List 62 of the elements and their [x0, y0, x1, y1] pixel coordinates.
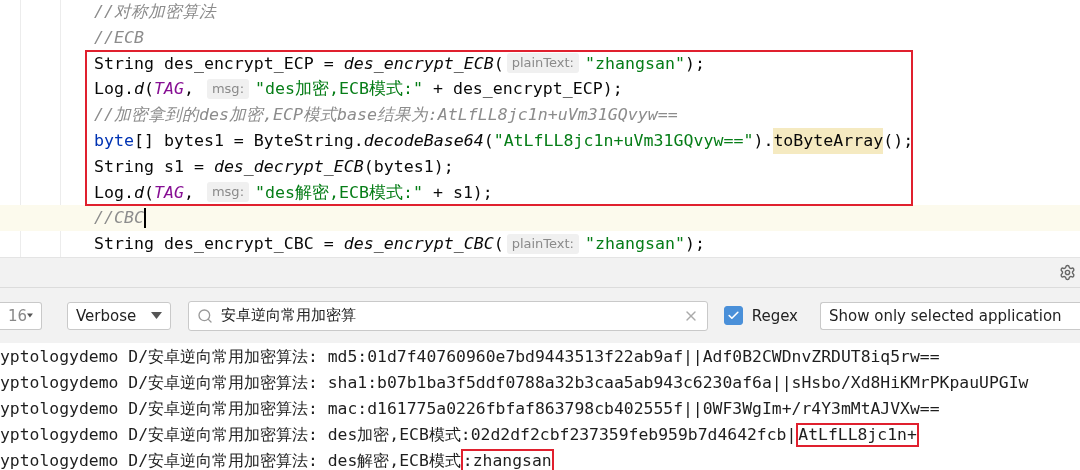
- parameter-hint: msg:: [206, 79, 249, 100]
- code-text: + des_encrypt_ECP);: [431, 78, 623, 101]
- method-name: des_encrypt_ECB: [343, 52, 494, 75]
- method-name: d: [133, 181, 144, 204]
- annotated-log-text: :zhangsan: [460, 449, 554, 470]
- code-text: Log.: [94, 78, 134, 101]
- search-icon: [197, 307, 213, 324]
- highlighted-code: toByteArray: [773, 128, 884, 154]
- check-icon: [726, 309, 740, 322]
- code-text: (: [483, 130, 494, 152]
- log-text: yptologydemo D/安卓逆向常用加密算法: des解密,ECB模式: [0, 451, 461, 470]
- constant-name: TAG: [153, 78, 184, 101]
- regex-label: Regex: [751, 306, 798, 325]
- regex-checkbox[interactable]: [724, 306, 743, 325]
- log-text: yptologydemo D/安卓逆向常用加密算法: mac:d161775a0226fbfaf863798cb402555f||0WF3WgIm+/r4Y3mMtAJVXw==: [0, 399, 940, 419]
- code-text: (: [143, 181, 154, 204]
- string-literal: "des解密,ECB模式:": [255, 181, 423, 204]
- string-literal: "AtLfLL8jc1n+uVm31GQvyw==": [493, 130, 754, 152]
- code-text: ,: [183, 181, 195, 204]
- search-field[interactable]: 安卓逆向常用加密算: [188, 300, 709, 331]
- method-name: des_encrypt_CBC: [343, 233, 494, 256]
- code-text: Log.: [94, 181, 134, 204]
- parameter-hint: plainText:: [506, 234, 579, 255]
- code-text: (: [143, 78, 154, 101]
- keyword: byte: [94, 130, 134, 152]
- code-text: ,: [183, 78, 195, 101]
- log-level-dropdown[interactable]: Verbose: [67, 301, 171, 330]
- code-text: [] bytes1 = ByteString.: [133, 130, 364, 152]
- code-comment: //ECB: [94, 26, 144, 49]
- code-comment: //CBC: [94, 207, 144, 230]
- string-literal: "des加密,ECB模式:": [255, 78, 423, 101]
- text-cursor: [143, 208, 146, 229]
- code-text: );: [684, 233, 705, 256]
- code-text: String des_encrypt_ECP =: [94, 52, 335, 75]
- settings-icon[interactable]: [1059, 264, 1076, 281]
- dropdown-arrow-icon: [151, 312, 162, 319]
- log-text: yptologydemo D/安卓逆向常用加密算法: sha1:b07b1ba3f5ddf0788a32b3caa5ab943c6230af6a||sHsbo/Xd8HiKMrPKpauUPGIw: [0, 373, 1029, 393]
- log-text: yptologydemo D/安卓逆向常用加密算法: md5:01d7f40760960e7bd9443513f22ab9af||Adf0B2CWDnvZRDUT8iq5rw==: [0, 347, 940, 367]
- method-name: d: [133, 78, 144, 101]
- code-text: String s1 =: [94, 155, 205, 178]
- method-name: decodeBase64: [363, 130, 484, 152]
- filter-dropdown[interactable]: Show only selected application: [820, 301, 1080, 330]
- parameter-hint: plainText:: [506, 53, 579, 74]
- log-text: yptologydemo D/安卓逆向常用加密算法: des加密,ECB模式:02d2df2cbf237359feb959b7d4642fcb|: [0, 425, 797, 445]
- code-comment: //加密拿到的des加密,ECP模式base结果为:AtLfLL8jc1n+uVm31GQvyw==: [94, 104, 678, 127]
- string-literal: "zhangsan": [585, 233, 685, 256]
- code-text: String des_encrypt_CBC =: [94, 233, 335, 256]
- constant-name: TAG: [153, 181, 184, 204]
- code-text: );: [684, 52, 705, 75]
- code-text: ).: [753, 130, 774, 152]
- parameter-hint: msg:: [206, 182, 249, 203]
- code-text: (: [493, 52, 504, 75]
- method-name: des_decrypt_ECB: [213, 155, 364, 178]
- code-text: (: [493, 233, 504, 256]
- code-text: ();: [883, 130, 914, 152]
- string-literal: "zhangsan": [585, 52, 685, 75]
- code-comment: //对称加密算法: [94, 1, 216, 23]
- dropdown-arrow-icon: [27, 312, 33, 319]
- device-dropdown[interactable]: 16: [0, 301, 42, 330]
- code-text: + s1);: [431, 181, 493, 204]
- annotated-log-text: AtLfLL8jc1n+: [796, 423, 919, 447]
- code-text: (bytes1);: [363, 155, 454, 178]
